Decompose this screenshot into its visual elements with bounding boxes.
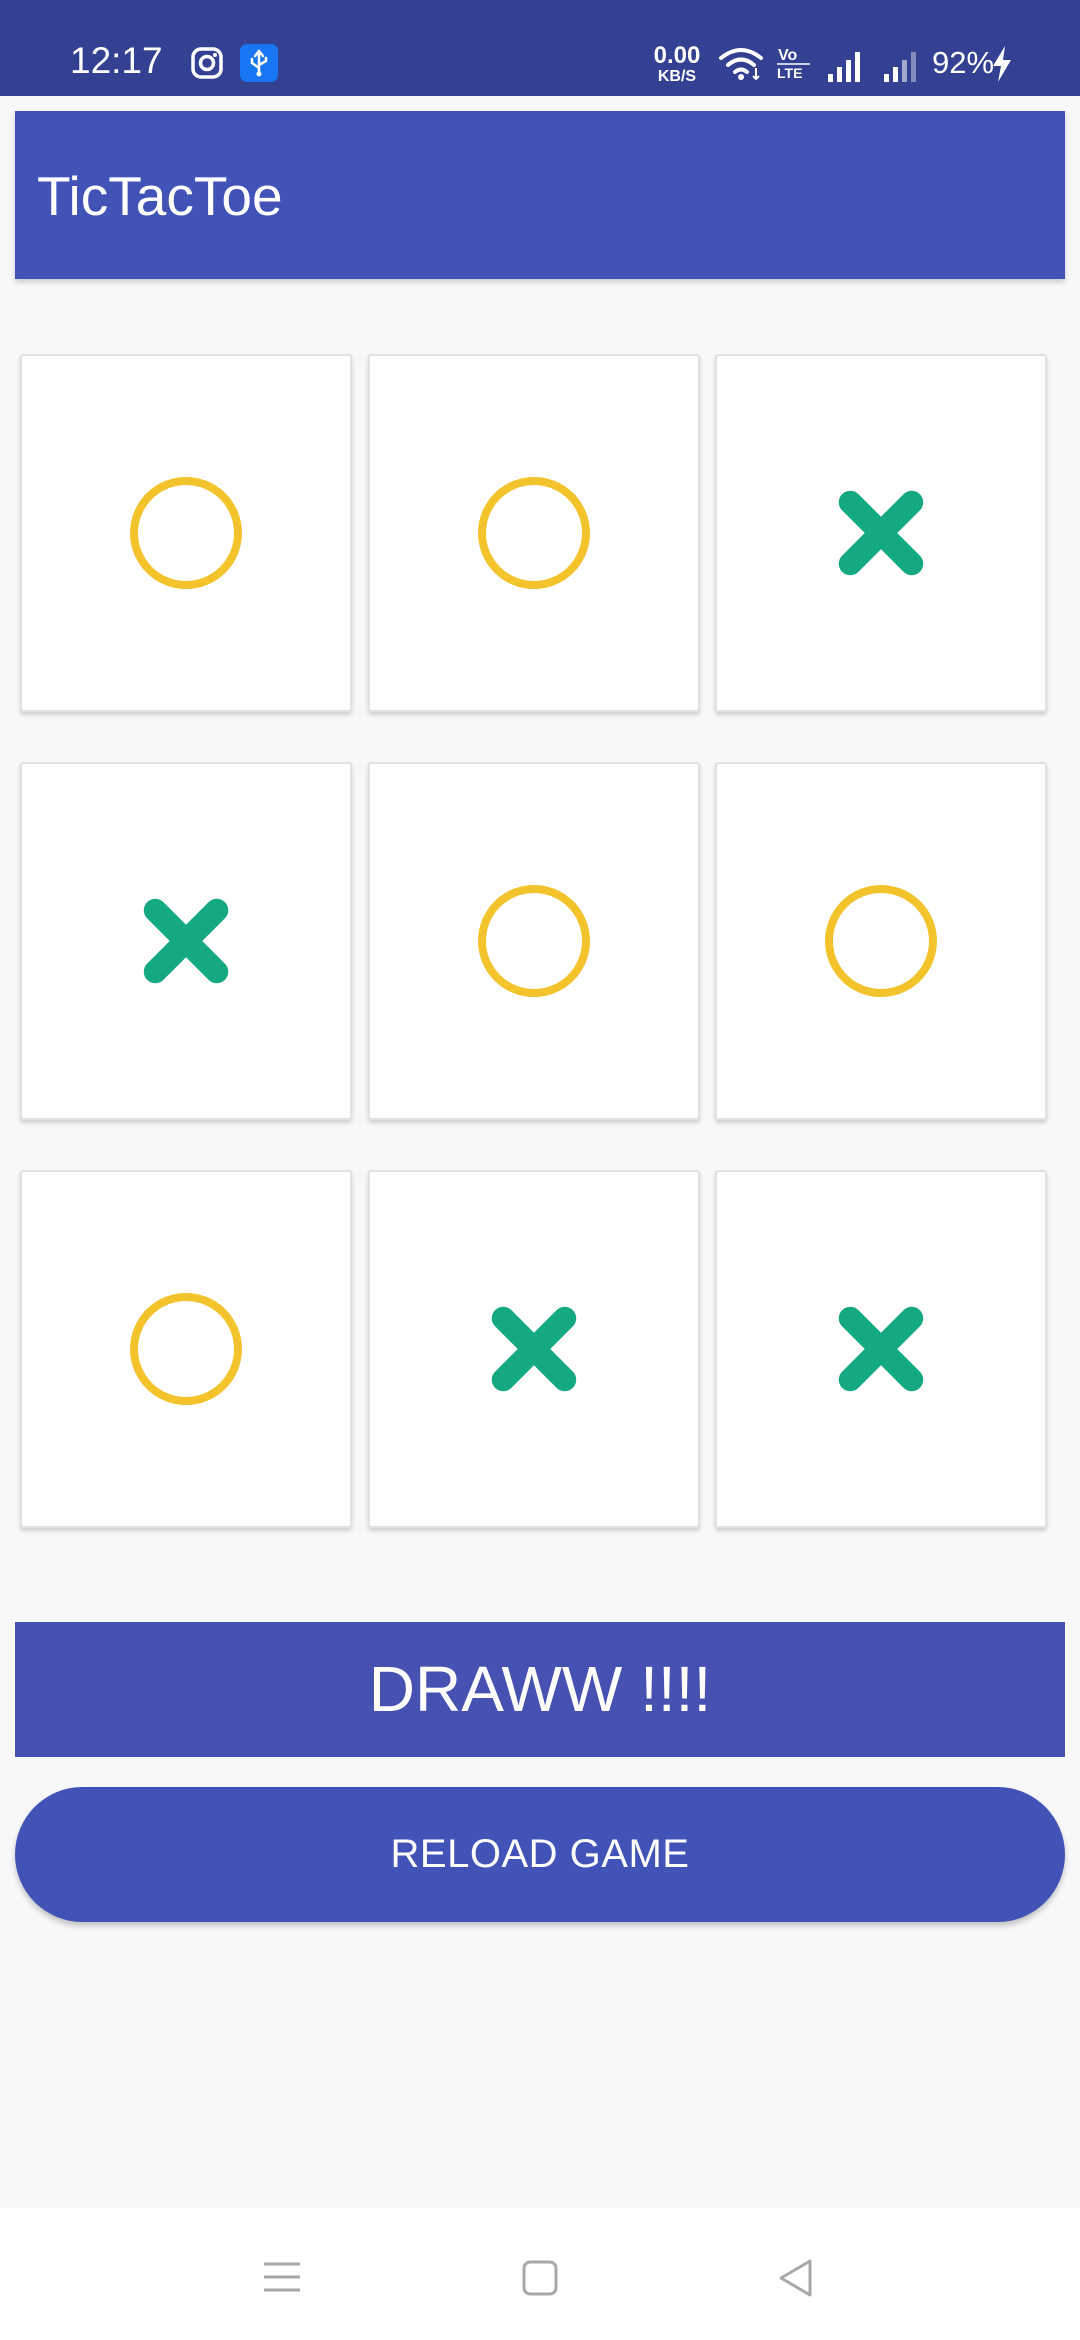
signal-sim1-icon	[828, 50, 868, 87]
svg-text:LTE: LTE	[777, 65, 802, 81]
board-cell-2-1[interactable]	[20, 762, 352, 1120]
back-icon[interactable]	[776, 2257, 814, 2304]
board-cell-1-2[interactable]	[368, 354, 700, 712]
o-mark-icon	[130, 1293, 242, 1405]
status-bar: 12:17 0.00 KB/S Vo LTE 92%	[0, 0, 1080, 96]
x-mark-icon	[143, 898, 229, 984]
network-speed: 0.00 KB/S	[651, 44, 703, 85]
svg-text:Vo: Vo	[778, 47, 797, 64]
o-mark-icon	[478, 885, 590, 997]
x-mark-icon	[838, 1306, 924, 1392]
result-banner: DRAWW !!!!	[15, 1622, 1065, 1757]
board-cell-1-1[interactable]	[20, 354, 352, 712]
app-bar: TicTacToe	[15, 111, 1065, 279]
navigation-bar	[0, 2208, 1080, 2340]
app-title: TicTacToe	[37, 165, 283, 227]
board-cell-2-3[interactable]	[715, 762, 1047, 1120]
signal-sim2-icon	[884, 50, 924, 87]
charging-icon	[991, 46, 1013, 87]
o-mark-icon	[130, 477, 242, 589]
volte-icon: Vo LTE	[776, 44, 812, 87]
board-cell-2-2[interactable]	[368, 762, 700, 1120]
board-cell-3-1[interactable]	[20, 1170, 352, 1528]
x-mark-icon	[838, 490, 924, 576]
x-mark-icon	[491, 1306, 577, 1392]
network-speed-value: 0.00	[653, 42, 701, 69]
o-mark-icon	[478, 477, 590, 589]
menu-icon[interactable]	[262, 2260, 302, 2299]
board-cell-3-3[interactable]	[715, 1170, 1047, 1528]
reload-game-button[interactable]: RELOAD GAME	[15, 1787, 1065, 1922]
battery-percent: 92%	[932, 45, 995, 80]
board-cell-1-3[interactable]	[715, 354, 1047, 712]
home-icon[interactable]	[521, 2259, 559, 2302]
wifi-icon	[718, 46, 764, 87]
o-mark-icon	[825, 885, 937, 997]
board-cell-3-2[interactable]	[368, 1170, 700, 1528]
network-speed-unit: KB/S	[657, 68, 697, 85]
